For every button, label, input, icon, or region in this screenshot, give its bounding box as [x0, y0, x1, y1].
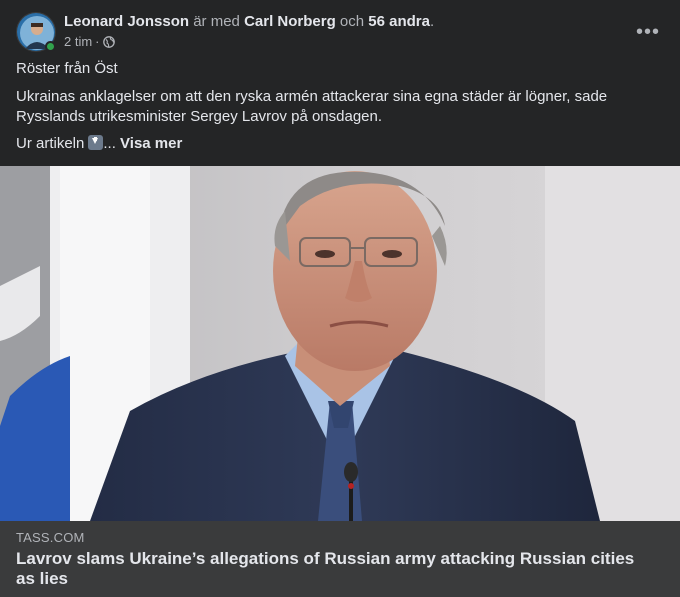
period: . [429, 13, 435, 30]
post-text-line-3: Ur artikeln... Visa mer [16, 134, 182, 154]
link-headline[interactable]: Lavrov slams Ukraine’s allegations of Ru… [16, 549, 656, 589]
and-text: och [339, 13, 365, 30]
facebook-post: Leonard Jonsson är med Carl Norberg och … [0, 0, 680, 597]
post-text-line-2: Ukrainas anklagelser om att den ryska ar… [16, 88, 608, 125]
more-options-button[interactable]: ••• [634, 18, 662, 46]
link-domain: TASS.COM [16, 530, 85, 545]
post-meta: 2 tim · [64, 34, 115, 50]
meta-separator: · [95, 34, 100, 49]
post-author-line: Leonard Jonsson är med Carl Norberg och … [64, 12, 434, 31]
others-link[interactable]: 56 andra [368, 13, 430, 30]
more-options-icon: ••• [635, 21, 660, 43]
see-more-link[interactable]: Visa mer [120, 135, 182, 152]
globe-icon[interactable] [102, 36, 115, 48]
with-text: är med [193, 13, 240, 30]
post-text-line-1: Röster från Öst [16, 60, 118, 77]
tagged-person[interactable]: Carl Norberg [244, 13, 336, 30]
link-preview-image[interactable] [0, 166, 680, 521]
author-name[interactable]: Leonard Jonsson [64, 13, 189, 30]
down-arrow-emoji-icon [88, 135, 104, 150]
post-header: Leonard Jonsson är med Carl Norberg och … [16, 12, 664, 54]
link-preview-card[interactable]: TASS.COM Lavrov slams Ukraine’s allegati… [0, 521, 680, 597]
online-status-indicator [45, 41, 56, 52]
post-time[interactable]: 2 tim [64, 34, 92, 50]
author-avatar[interactable] [16, 12, 56, 52]
ellipsis: ... [103, 135, 116, 152]
article-prefix: Ur artikeln [16, 135, 85, 152]
